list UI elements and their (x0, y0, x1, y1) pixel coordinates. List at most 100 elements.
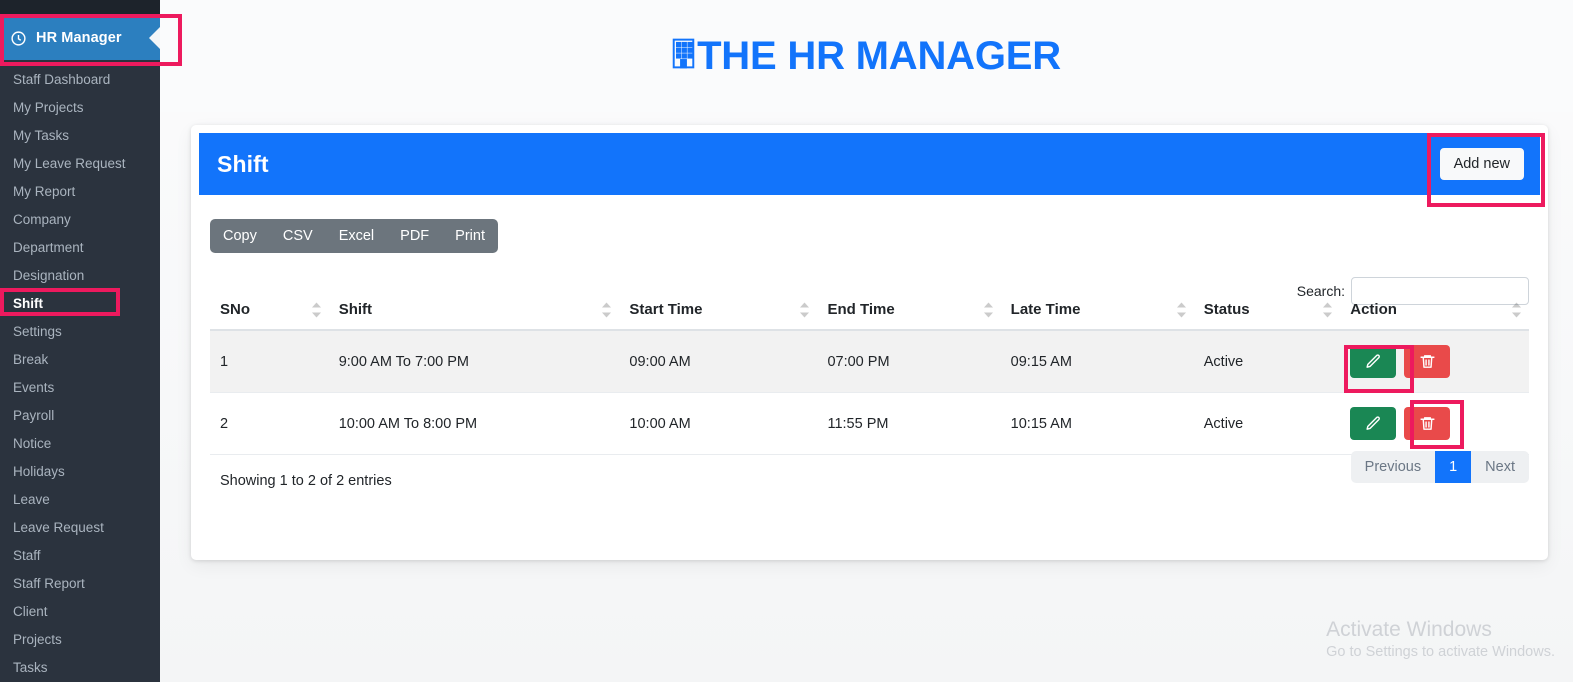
cell-end-time: 07:00 PM (817, 330, 1001, 393)
column-header-sno-label: SNo (220, 301, 250, 318)
sidebar-item-tasks[interactable]: Tasks (0, 654, 160, 682)
trash-icon (1420, 355, 1435, 368)
column-header-late-time[interactable]: Late Time (1000, 291, 1194, 331)
sort-icon (1176, 302, 1186, 318)
edit-icon (1366, 416, 1380, 430)
sidebar-item-shift[interactable]: Shift (0, 290, 160, 318)
cell-late-time: 09:15 AM (1000, 330, 1194, 393)
cell-sno: 1 (210, 330, 329, 393)
cell-shift: 10:00 AM To 8:00 PM (328, 392, 620, 455)
column-header-action-label: Action (1350, 301, 1397, 318)
shift-table: SNo Shift Start Time End Time Late Time … (210, 291, 1529, 455)
table-info: Showing 1 to 2 of 2 entries (220, 473, 392, 489)
sidebar-item-projects[interactable]: Projects (0, 626, 160, 654)
cell-sno: 2 (210, 392, 329, 455)
sort-icon (983, 302, 993, 318)
copy-button[interactable]: Copy (210, 219, 270, 253)
edit-button[interactable] (1350, 407, 1397, 440)
sort-icon (1512, 302, 1521, 318)
sort-icon (311, 302, 321, 318)
edit-icon (1366, 354, 1380, 368)
sidebar-item-payroll[interactable]: Payroll (0, 402, 160, 430)
cell-status: Active (1193, 330, 1341, 393)
pagination-next[interactable]: Next (1471, 451, 1529, 483)
card-title: Shift (217, 150, 269, 177)
sort-icon (1323, 302, 1333, 318)
sort-icon (800, 302, 810, 318)
column-header-sno[interactable]: SNo (210, 291, 329, 331)
column-header-shift-label: Shift (338, 301, 373, 318)
column-header-action[interactable]: Action (1340, 291, 1529, 331)
sort-icon (602, 302, 612, 318)
sidebar-nav: Staff Dashboard My Projects My Tasks My … (0, 60, 160, 682)
pagination-page-1[interactable]: 1 (1435, 451, 1472, 483)
pagination: Previous 1 Next (1350, 451, 1529, 483)
delete-button[interactable] (1404, 345, 1451, 378)
sidebar-item-leave[interactable]: Leave (0, 486, 160, 514)
sidebar-item-staff-report[interactable]: Staff Report (0, 570, 160, 598)
sidebar-item-break[interactable]: Break (0, 346, 160, 374)
delete-button[interactable] (1404, 407, 1451, 440)
sidebar-item-my-report[interactable]: My Report (0, 178, 160, 206)
sidebar-item-notice[interactable]: Notice (0, 430, 160, 458)
column-header-end-time[interactable]: End Time (817, 291, 1001, 331)
cell-status: Active (1193, 392, 1341, 455)
pdf-button[interactable]: PDF (387, 219, 442, 253)
shift-card: Shift Add new Copy CSV Excel PDF Print S… (191, 125, 1548, 560)
sidebar-item-my-tasks[interactable]: My Tasks (0, 122, 160, 150)
sidebar-top-strip (0, 0, 160, 16)
table-head: SNo Shift Start Time End Time Late Time … (210, 291, 1529, 331)
column-header-end-time-label: End Time (827, 301, 895, 318)
cell-action (1340, 392, 1529, 455)
sidebar-item-client[interactable]: Client (0, 598, 160, 626)
clock-icon (10, 30, 27, 47)
column-header-status-label: Status (1203, 301, 1250, 318)
sidebar-item-settings[interactable]: Settings (0, 318, 160, 346)
csv-button[interactable]: CSV (270, 219, 326, 253)
column-header-start-time-label: Start Time (629, 301, 703, 318)
card-header: Shift Add new (199, 133, 1540, 195)
print-button[interactable]: Print (442, 219, 498, 253)
sidebar-item-staff-dashboard[interactable]: Staff Dashboard (0, 66, 160, 94)
building-icon (672, 34, 697, 79)
edit-button[interactable] (1350, 345, 1397, 378)
sidebar-brand-hr-manager[interactable]: HR Manager (0, 16, 160, 60)
sidebar-item-staff[interactable]: Staff (0, 542, 160, 570)
excel-button[interactable]: Excel (326, 219, 387, 253)
sidebar-item-designation[interactable]: Designation (0, 262, 160, 290)
app-root: HR Manager Staff Dashboard My Projects M… (0, 0, 1573, 682)
trash-icon (1420, 417, 1435, 430)
table-row: 2 10:00 AM To 8:00 PM 10:00 AM 11:55 PM … (210, 392, 1529, 455)
sidebar: HR Manager Staff Dashboard My Projects M… (0, 0, 160, 682)
action-buttons (1350, 345, 1521, 378)
sidebar-item-my-leave-request[interactable]: My Leave Request (0, 150, 160, 178)
add-new-button[interactable]: Add new (1439, 148, 1524, 180)
page-title-text: THE HR MANAGER (697, 33, 1061, 78)
table-row: 1 9:00 AM To 7:00 PM 09:00 AM 07:00 PM 0… (210, 330, 1529, 393)
card-body: Copy CSV Excel PDF Print Search: SNo Shi… (199, 195, 1540, 489)
cell-start-time: 10:00 AM (619, 392, 818, 455)
page-title: THE HR MANAGER (672, 34, 1061, 79)
pagination-previous[interactable]: Previous (1351, 451, 1435, 483)
sidebar-item-department[interactable]: Department (0, 234, 160, 262)
caret-left-icon[interactable] (149, 27, 160, 49)
export-buttons-group: Copy CSV Excel PDF Print (210, 219, 498, 253)
column-header-status[interactable]: Status (1193, 291, 1341, 331)
table-body: 1 9:00 AM To 7:00 PM 09:00 AM 07:00 PM 0… (210, 330, 1529, 455)
action-buttons (1350, 407, 1521, 440)
column-header-start-time[interactable]: Start Time (619, 291, 818, 331)
sidebar-brand-label: HR Manager (36, 30, 122, 46)
column-header-shift[interactable]: Shift (328, 291, 620, 331)
cell-late-time: 10:15 AM (1000, 392, 1194, 455)
sidebar-item-my-projects[interactable]: My Projects (0, 94, 160, 122)
sidebar-item-leave-request[interactable]: Leave Request (0, 514, 160, 542)
page-header: THE HR MANAGER (160, 0, 1573, 112)
sidebar-item-holidays[interactable]: Holidays (0, 458, 160, 486)
cell-end-time: 11:55 PM (817, 392, 1001, 455)
sidebar-item-events[interactable]: Events (0, 374, 160, 402)
column-header-late-time-label: Late Time (1010, 301, 1081, 318)
sidebar-item-company[interactable]: Company (0, 206, 160, 234)
main-content: THE HR MANAGER Shift Add new Copy CSV Ex… (160, 0, 1573, 682)
table-header-row: SNo Shift Start Time End Time Late Time … (210, 291, 1529, 331)
cell-shift: 9:00 AM To 7:00 PM (328, 330, 620, 393)
